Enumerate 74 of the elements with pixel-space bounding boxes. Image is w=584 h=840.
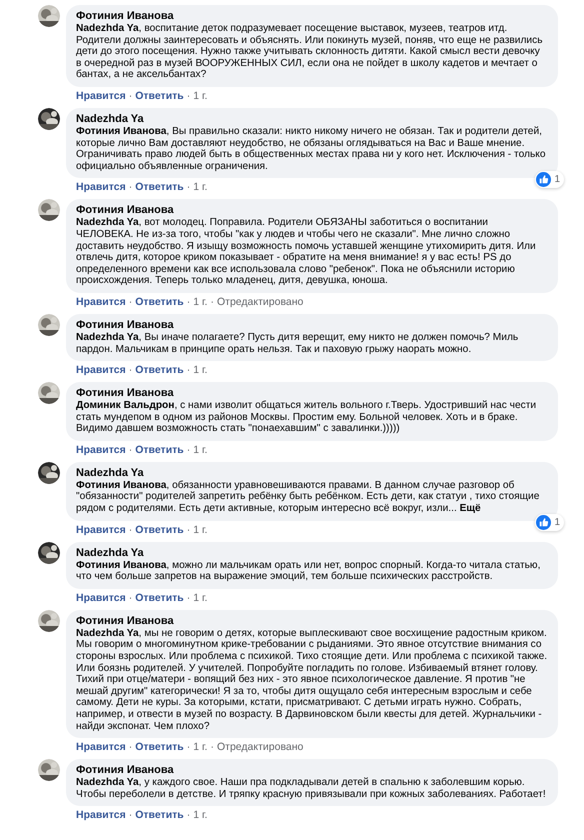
author-name[interactable]: Фотиния Иванова [76,204,548,218]
separator: · [186,592,190,604]
separator: · [128,296,132,308]
separator: · [210,296,214,308]
edited-label: Отредактировано [216,741,304,754]
edited-label: Отредактировано [216,296,304,308]
separator: · [186,181,190,194]
reply-link[interactable]: Ответить [135,364,184,376]
like-link[interactable]: Нравится [76,809,126,822]
separator: · [128,741,132,754]
separator: · [186,741,190,754]
separator: · [128,90,132,102]
like-link[interactable]: Нравится [76,444,126,456]
separator: · [128,592,132,604]
comment-time[interactable]: 1 г. [193,524,208,536]
comment-text: Nadezhda Ya, воспитание деток подразумевает посещение выставок, музеев, театров итд. Родители должны заинтересовать и объяснять. Или покинуть музей, поняв, что еще не развились дети до этого посещения. Нужно также учитывать склонность дитяти. Какой смысл вести девочку в очередной раз в музей ВООРУЖЕННЫХ СИЛ, если она не пойдет в школу кадетов и мечтает о бантах, а не аксельбантах? [76,23,544,81]
separator: · [128,444,132,456]
reply-link[interactable]: Ответить [135,181,184,194]
comment-time[interactable]: 1 г. [193,444,208,456]
author-name[interactable]: Фотиния Иванова [76,10,548,23]
separator: · [128,181,132,194]
comment-text: Доминик Вальдрон, с нами изволит общаться житель вольного г.Тверь. Удостривший нас чести стать мундепом в одном из районов Москвы. Простим ему. Больной человек. Хоть и в браке. Видимо давшем возможность стать "понаехавшим" с завалинки.))))) [76,400,538,435]
reaction-badge[interactable]: 1 [535,171,564,188]
separator: · [186,809,190,822]
comment-text: Nadezhda Ya, вот молодец. Поправила. Родители ОБЯЗАНЫ заботиться о воспитании ЧЕЛОВЕКА. Не из-за того, чтобы "как у людев и чтобы чего не сказали". Мне лично сложно доставить неудобство. Я изыщу возможность помочь уставшей женщине утихомирить дитя. Или отвлечь дитя, которое криком показывает - обратите на меня внимание! я у вас есть! PS до определенного времени как все использовала слово "ребенок". Пока не объяснили историю происхождения. Теперь только младенец, дитя, девушка, юноша. [76,217,537,287]
author-name[interactable]: Фотиния Иванова [76,387,548,400]
comment-time[interactable]: 1 г. [193,809,208,822]
comment-text: Nadezhda Ya, мы не говорим о детях, которые выплескивают свое восхищение радостным криком. Мы говорим о многоминутном крике-требовании с рыданиями. Это явное отсутствие внимания со стороны взрослых. Или проблема с психикой. Тихо стоящие дети. Или проблема с психикой также. Или боязнь родителей. У учителей. Попробуйте погладить по голове. Избиваемый втянет голову. Тихий при отце/матери - вопящий без них - это явное психологическое давление. Я против "не мешай другим" категорически! Я за то, чтобы дитя ощущало себя интересным взрослым и себе самому. Дети не куры. За которыми, кстати, присматривают. С детьми играть нужно. Собрать, например, и отвести в музей по возрасту. В Дарвиновском были квесты для детей. Журнальчики - найди экспонат. Чем плохо? [76,628,548,732]
like-link[interactable]: Нравится [76,90,126,102]
author-name[interactable]: Nadezhda Ya [76,546,548,560]
comment-time[interactable]: 1 г. [193,296,208,308]
separator: · [128,809,132,822]
reply-link[interactable]: Ответить [135,444,184,456]
like-link[interactable]: Нравится [76,524,126,536]
separator: · [128,364,132,376]
reaction-count: 1 [554,174,560,186]
separator: · [186,444,190,456]
comment-text: Фотиния Иванова, Вы правильно сказали: никто никому ничего не обязан. Так и родители детей, которые лично Вам доставляют неудобство, не обязаны оглядываться на Вас и Ваше мнение. Ограничивать право людей быть в общественных местах права ни у кого нет. Исключения - только официально объявленные ограничения. [76,126,547,172]
author-name[interactable]: Фотиния Иванова [76,614,548,628]
like-link[interactable]: Нравится [76,364,126,376]
thumbs-up-icon [536,514,552,530]
like-link[interactable]: Нравится [76,296,126,308]
like-link[interactable]: Нравится [76,592,126,604]
author-name[interactable]: Nadezhda Ya [76,112,548,126]
author-name[interactable]: Фотиния Иванова [76,318,548,332]
separator: · [186,524,190,536]
reply-link[interactable]: Ответить [135,296,184,308]
comment-time[interactable]: 1 г. [193,592,208,604]
separator: · [186,296,190,308]
comment-time[interactable]: 1 г. [193,364,208,376]
comment-time[interactable]: 1 г. [193,181,208,194]
author-name[interactable]: Nadezhda Ya [76,466,548,480]
reply-link[interactable]: Ответить [135,809,184,822]
comment-text: Nadezhda Ya, Вы иначе полагаете? Пусть дитя верещит, ему никто не должен помочь? Миль пардон. Мальчикам в принципе орать нельзя. Так и паховую грыжу наорать можно. [76,332,520,356]
reaction-badge[interactable]: 1 [535,514,564,531]
reply-link[interactable]: Ответить [135,524,184,536]
like-link[interactable]: Нравится [76,181,126,194]
like-link[interactable]: Нравится [76,741,126,754]
separator: · [186,90,190,102]
author-name[interactable]: Фотиния Иванова [76,764,548,778]
separator: · [210,741,214,754]
reaction-count: 1 [554,516,560,528]
comment-text: Nadezhda Ya, у каждого свое. Наши пра подкладывали детей в спальню к заболевшим корью. Чтобы переболели в детстве. И тряпку красную привязывали при кожных заболеваниях. Работает! [76,777,547,800]
thumbs-up-icon [536,172,552,188]
comment-text: Фотиния Иванова, можно ли мальчикам орать или нет, вопрос спорный. Когда-то читала статью, что чем больше запретов на выражение эмоций, тем больше психических расстройств. [76,560,542,583]
reply-link[interactable]: Ответить [135,741,184,754]
comment-text: Фотиния Иванова, обязанности уравновешиваются правами. В данном случае разговор об "обязанности" родителей запретить ребёнку быть ребёнком. Есть дети, как статуи , тихо стоящие рядом с родителями. Есть дети активные, которым интересно всё вокруг, изли... Ещё [76,480,540,515]
reply-link[interactable]: Ответить [135,90,184,102]
comment-time[interactable]: 1 г. [193,90,208,102]
separator: · [186,364,190,376]
comment-time[interactable]: 1 г. [193,741,208,754]
more-link[interactable]: Ещё [460,503,481,514]
separator: · [128,524,132,536]
reply-link[interactable]: Ответить [135,592,184,604]
